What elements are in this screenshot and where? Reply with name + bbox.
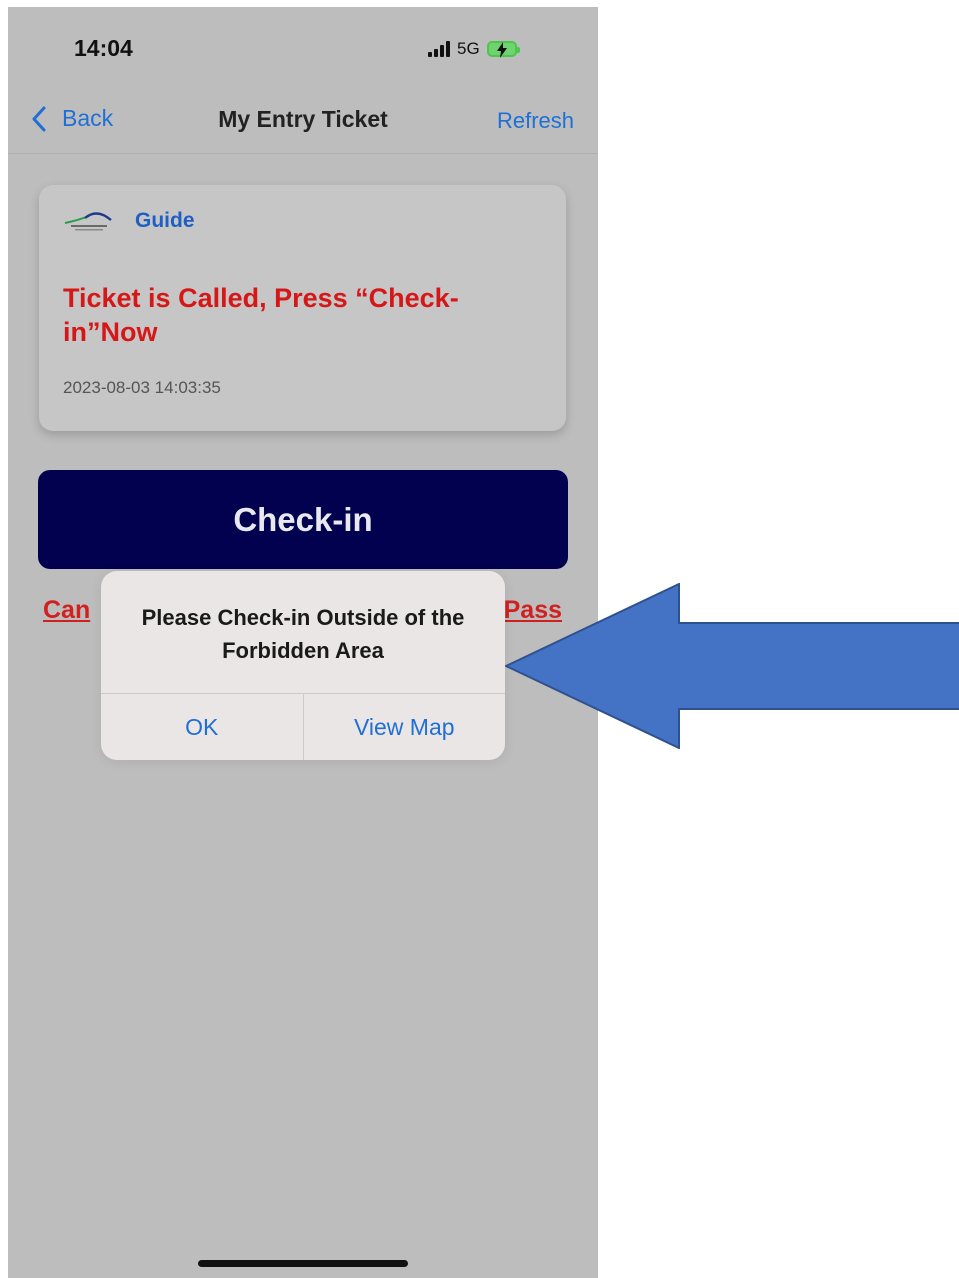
ticket-status-message: Ticket is Called, Press “Check-in”Now — [63, 283, 459, 347]
card-header: Guide — [63, 209, 195, 233]
cancel-link[interactable]: Can — [43, 596, 90, 625]
network-label: 5G — [457, 39, 480, 58]
alert-button-row: OK View Map — [101, 693, 505, 760]
status-bar: 14:04 5G — [8, 7, 598, 87]
alert-message: Please Check-in Outside of the Forbidden… — [141, 605, 465, 663]
guide-logo-icon — [64, 212, 112, 231]
guide-label: Guide — [135, 209, 195, 232]
view-map-button[interactable]: View Map — [304, 694, 506, 760]
ok-button[interactable]: OK — [101, 694, 303, 760]
ticket-timestamp: 2023-08-03 14:03:35 — [63, 378, 221, 397]
status-time: 14:04 — [74, 35, 133, 61]
battery-charging-icon — [486, 41, 520, 58]
home-indicator[interactable] — [198, 1260, 408, 1267]
ticket-card: Guide Ticket is Called, Press “Check-in”… — [39, 185, 566, 431]
status-indicators: 5G — [428, 37, 520, 61]
annotation-arrow-icon — [505, 583, 959, 749]
refresh-button[interactable]: Refresh — [497, 108, 574, 134]
signal-icon — [428, 41, 450, 57]
alert-dialog: Please Check-in Outside of the Forbidden… — [101, 571, 505, 760]
check-in-button[interactable]: Check-in — [38, 470, 568, 569]
navigation-bar: Back My Entry Ticket Refresh — [8, 87, 598, 154]
